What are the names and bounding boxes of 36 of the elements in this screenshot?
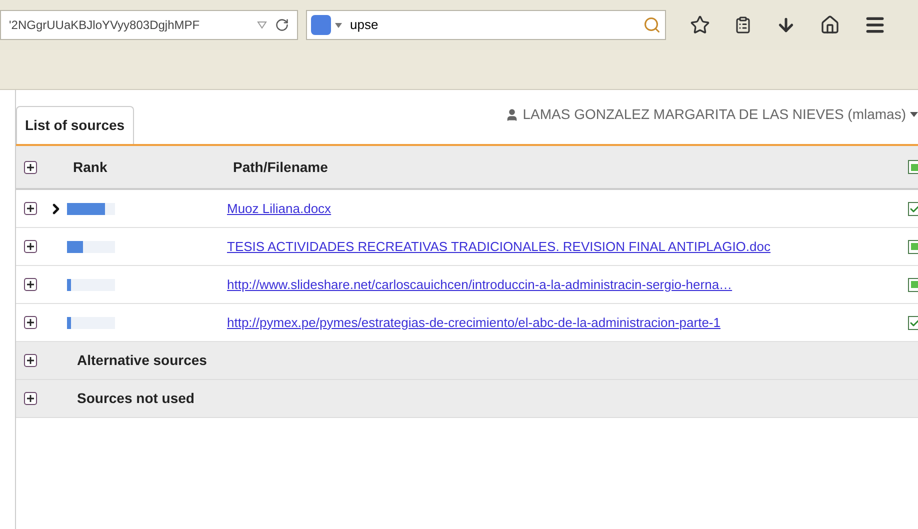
url-field[interactable]: '2NGgrUUaKBJloYVyy803DgjhMPF bbox=[0, 10, 298, 40]
expand-icon[interactable] bbox=[24, 354, 37, 367]
dropdown-icon[interactable] bbox=[257, 21, 267, 29]
expand-icon[interactable] bbox=[24, 202, 37, 215]
download-icon[interactable] bbox=[776, 15, 796, 35]
expand-icon[interactable] bbox=[24, 160, 37, 174]
checkbox[interactable] bbox=[908, 160, 918, 174]
expand-icon[interactable] bbox=[24, 392, 37, 405]
search-engine-icon[interactable] bbox=[311, 15, 331, 35]
column-header[interactable]: Rank bbox=[73, 156, 233, 178]
source-link[interactable]: TESIS ACTIVIDADES RECREATIVAS TRADICIONALES. REVISION FINAL ANTIPLAGIO.doc bbox=[227, 236, 908, 256]
checkbox[interactable] bbox=[908, 202, 918, 216]
checkbox[interactable] bbox=[908, 278, 918, 292]
expand-icon[interactable] bbox=[24, 316, 37, 329]
caret-icon bbox=[910, 112, 918, 117]
user-icon bbox=[504, 108, 519, 122]
expand-icon[interactable] bbox=[24, 278, 37, 291]
source-link[interactable]: http://www.slideshare.net/carloscauichcen/introduccin-a-la-administracin-sergio-herna… bbox=[227, 274, 908, 294]
search-icon[interactable] bbox=[643, 16, 661, 34]
user-menu[interactable]: LAMAS GONZALEZ MARGARITA DE LAS NIEVES (mlamas) bbox=[504, 104, 918, 125]
checkbox[interactable] bbox=[908, 316, 918, 330]
dropdown-icon[interactable] bbox=[335, 22, 342, 28]
tab[interactable]: List of sources bbox=[16, 106, 134, 144]
search-field[interactable]: upse bbox=[306, 10, 666, 40]
column-header[interactable]: Path/Filename bbox=[233, 156, 908, 178]
expand-icon[interactable] bbox=[24, 240, 37, 253]
home-icon[interactable] bbox=[820, 15, 840, 35]
clipboard-icon[interactable] bbox=[734, 16, 752, 34]
bookmark-icon[interactable] bbox=[690, 15, 710, 35]
reload-icon[interactable] bbox=[275, 18, 289, 32]
menu-icon[interactable] bbox=[864, 14, 886, 36]
checkbox[interactable] bbox=[908, 240, 918, 254]
group-label[interactable]: Alternative sources bbox=[77, 350, 207, 371]
source-link[interactable]: Muoz Liliana.docx bbox=[227, 198, 908, 218]
source-link[interactable]: http://pymex.pe/pymes/estrategias-de-crecimiento/el-abc-de-la-administracion-parte-1 bbox=[227, 312, 908, 332]
group-label[interactable]: Sources not used bbox=[77, 388, 194, 409]
